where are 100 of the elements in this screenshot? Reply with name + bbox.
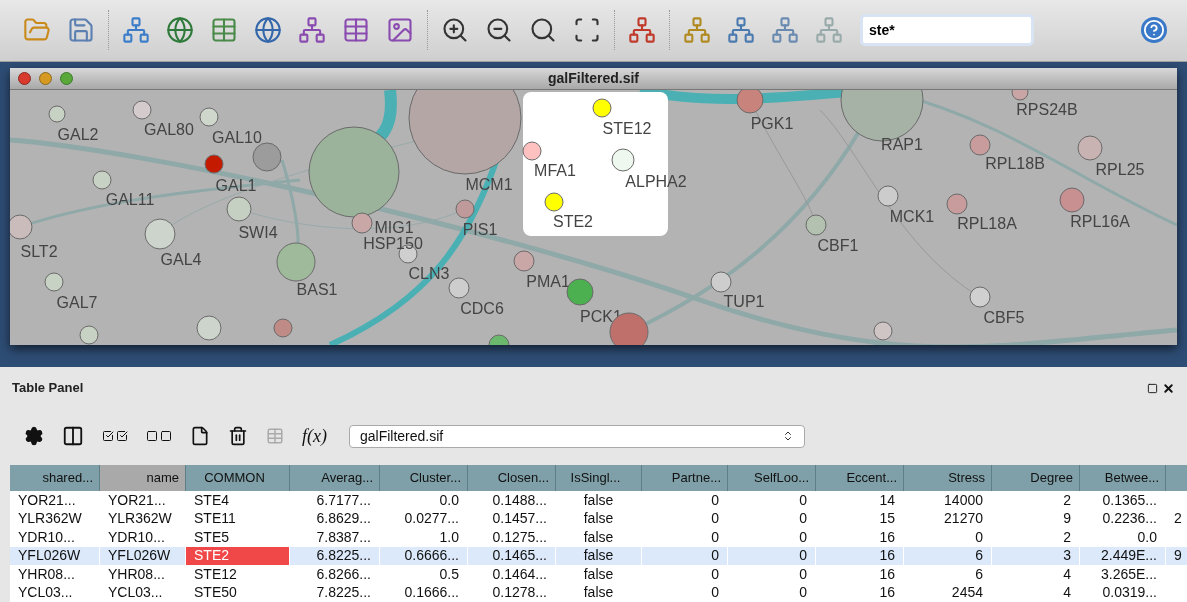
network-node[interactable] bbox=[252, 142, 282, 172]
network-node[interactable] bbox=[144, 218, 176, 250]
network-icon bbox=[122, 16, 150, 45]
node-label: SWI4 bbox=[238, 223, 278, 241]
table-cell-text: 2454 bbox=[950, 583, 984, 602]
table-cell-text: 0.1464... bbox=[491, 565, 548, 584]
table-cell-text: 16 bbox=[878, 528, 896, 547]
network-node[interactable] bbox=[805, 214, 827, 236]
deselect-all-icon[interactable] bbox=[146, 430, 172, 442]
table-cell-text: YOR21... bbox=[17, 491, 77, 510]
node-label: PGK1 bbox=[750, 114, 794, 132]
network-node[interactable] bbox=[592, 98, 612, 118]
node-label: RPL25 bbox=[1095, 160, 1145, 178]
network-node[interactable] bbox=[969, 286, 991, 308]
zoom-window-button[interactable] bbox=[60, 71, 73, 85]
network-node[interactable] bbox=[132, 100, 152, 120]
table-cell-text: YLR362W bbox=[17, 509, 83, 528]
table-cell-text: 0.0319... bbox=[1101, 583, 1158, 602]
network-node[interactable] bbox=[92, 170, 112, 190]
network-node[interactable] bbox=[196, 315, 222, 341]
network-node[interactable] bbox=[1059, 187, 1085, 213]
table-cell-text: YLR362W bbox=[107, 509, 173, 528]
network-node[interactable] bbox=[513, 250, 535, 272]
network-node[interactable] bbox=[308, 126, 400, 218]
network-icon bbox=[771, 16, 799, 45]
table-cell-text: 9 bbox=[1062, 509, 1072, 528]
node-label: MIG1 bbox=[374, 218, 414, 236]
table-cell-text: 0 bbox=[798, 491, 808, 510]
search-field[interactable]: ste* bbox=[860, 14, 1034, 47]
network-node[interactable] bbox=[1077, 135, 1103, 161]
table-cell-text: YDR10... bbox=[17, 528, 76, 547]
table-cell-text: 15 bbox=[878, 509, 896, 528]
network-node[interactable] bbox=[969, 134, 991, 156]
network-node[interactable] bbox=[736, 89, 764, 114]
table-cell-text: 0.1365... bbox=[1101, 491, 1158, 510]
table-cell-text: 2 bbox=[1062, 491, 1072, 510]
network-node[interactable] bbox=[204, 154, 224, 174]
table-cell-text: 7.8225... bbox=[315, 583, 372, 602]
network-node[interactable] bbox=[44, 272, 64, 292]
table-cell-text: 0 bbox=[798, 565, 808, 584]
network-node[interactable] bbox=[408, 89, 522, 175]
node-label: RAP1 bbox=[881, 135, 923, 153]
node-label: STE12 bbox=[602, 119, 652, 137]
network-node[interactable] bbox=[710, 271, 732, 293]
table-cell-text: 1.0 bbox=[438, 528, 460, 547]
table-cell-text: 0 bbox=[798, 583, 808, 602]
minimize-window-button[interactable] bbox=[39, 71, 52, 85]
table-cell-text: 14000 bbox=[943, 491, 984, 510]
columns-icon[interactable] bbox=[62, 425, 84, 447]
close-window-button[interactable] bbox=[18, 71, 31, 85]
close-icon[interactable] bbox=[1162, 381, 1175, 395]
select-all-icon[interactable] bbox=[102, 430, 128, 442]
network-node[interactable] bbox=[276, 242, 316, 282]
network-node[interactable] bbox=[351, 212, 373, 234]
network-node[interactable] bbox=[611, 148, 635, 172]
new-column-icon[interactable] bbox=[190, 426, 210, 446]
network-node[interactable] bbox=[448, 277, 470, 299]
table-cell-text: 0.1666... bbox=[403, 583, 460, 602]
panel-title: Table Panel bbox=[12, 379, 84, 398]
network-node[interactable] bbox=[873, 321, 893, 341]
network-node[interactable] bbox=[877, 185, 899, 207]
table-cell-text: 0 bbox=[974, 528, 984, 547]
table-cell-text: 9 bbox=[1173, 546, 1183, 565]
network-node[interactable] bbox=[946, 193, 968, 215]
table-cell-text: 0.0 bbox=[1136, 528, 1158, 547]
network-node[interactable] bbox=[10, 214, 33, 240]
delete-icon[interactable] bbox=[228, 426, 248, 446]
column-header[interactable]: name bbox=[100, 465, 186, 491]
network-node[interactable] bbox=[1011, 89, 1029, 101]
table-icon[interactable] bbox=[266, 427, 284, 445]
table-selector[interactable]: galFiltered.sif bbox=[349, 424, 805, 448]
network-node[interactable] bbox=[48, 105, 66, 123]
network-node[interactable] bbox=[544, 192, 564, 212]
node-label: GAL2 bbox=[57, 125, 99, 143]
network-node[interactable] bbox=[455, 199, 475, 219]
node-label: MCK1 bbox=[889, 207, 935, 225]
node-label: GAL10 bbox=[212, 128, 262, 146]
settings-icon[interactable] bbox=[24, 426, 44, 446]
table-cell-text: 21270 bbox=[943, 509, 984, 528]
table-cell-text: STE12 bbox=[193, 565, 238, 584]
network-node[interactable] bbox=[522, 141, 542, 161]
help-button[interactable] bbox=[1141, 17, 1167, 44]
globe-icon bbox=[166, 16, 194, 45]
node-label: CBF1 bbox=[817, 236, 859, 254]
table-cell-text: 7.8387... bbox=[315, 528, 372, 547]
table-cell-text: 0.1275... bbox=[491, 528, 548, 547]
function-button[interactable]: f(x) bbox=[302, 422, 327, 450]
network-node[interactable] bbox=[199, 107, 219, 127]
network-node[interactable] bbox=[226, 196, 252, 222]
table-cell-text: 0 bbox=[710, 491, 720, 510]
network-node[interactable] bbox=[273, 318, 293, 338]
float-panel-icon[interactable] bbox=[1147, 382, 1158, 394]
node-label: RPL18B bbox=[985, 154, 1045, 172]
table-cell-text: 0 bbox=[798, 528, 808, 547]
table-cell-text: YHR08... bbox=[107, 565, 166, 584]
network-node[interactable] bbox=[79, 325, 99, 345]
node-label: HSP150 bbox=[363, 234, 423, 252]
network-node[interactable] bbox=[488, 334, 510, 345]
zoom-out-icon bbox=[485, 16, 513, 45]
table-cell-text: 2 bbox=[1062, 528, 1072, 547]
